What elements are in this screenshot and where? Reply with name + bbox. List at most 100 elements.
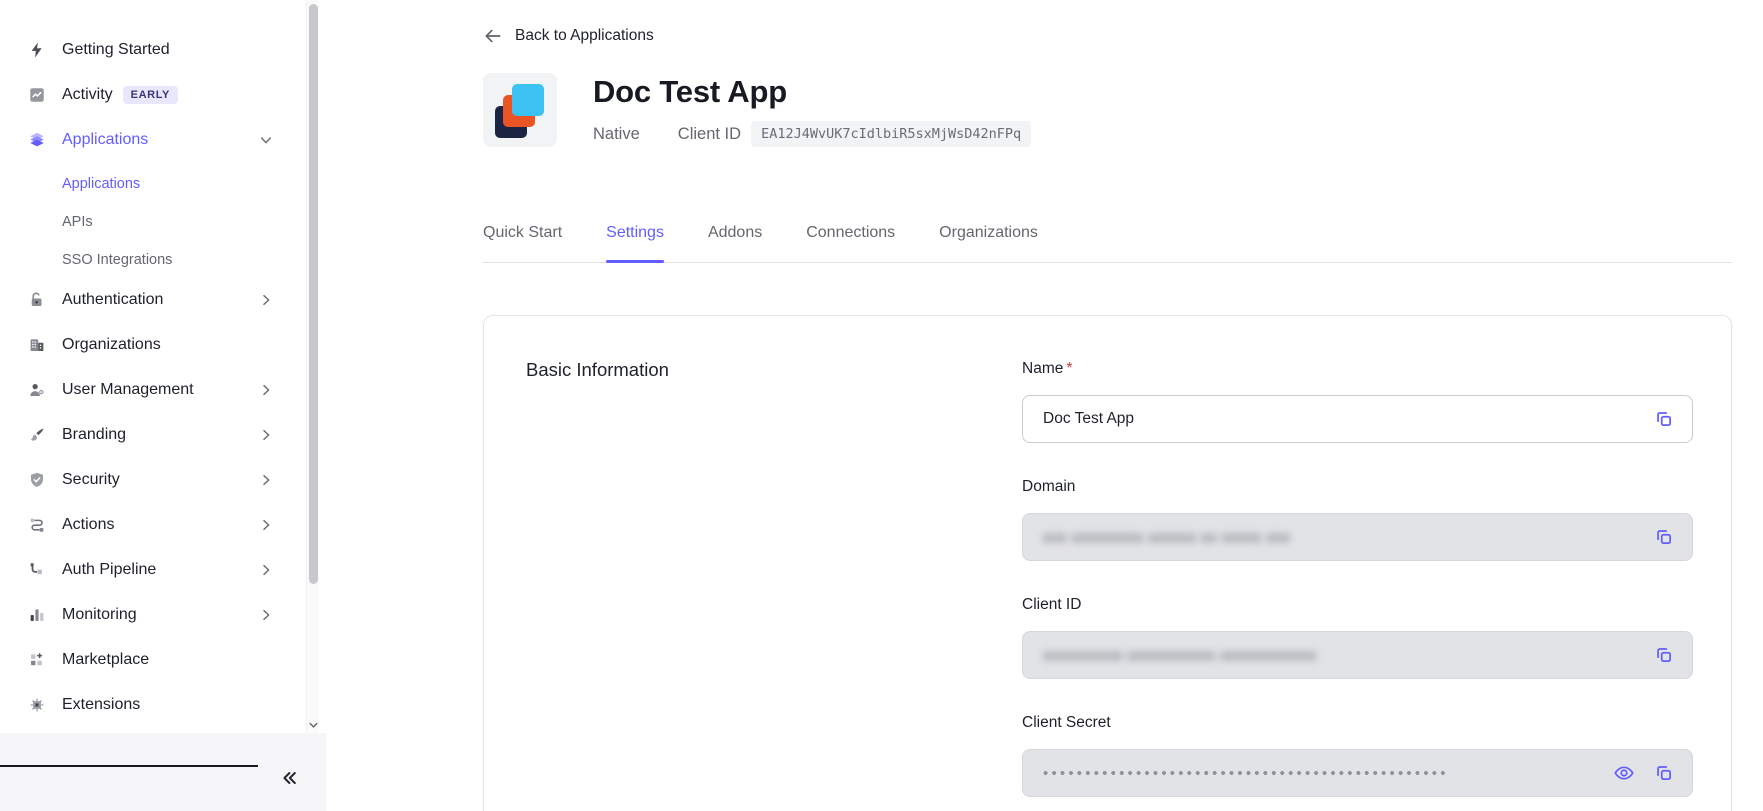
domain-input[interactable]: xxx xxxxxxxxx xxxxxx xx xxxxx xxx	[1022, 513, 1693, 561]
bolt-icon	[28, 41, 46, 59]
chevron-right-icon	[258, 427, 274, 443]
copy-icon	[1653, 644, 1675, 666]
app-meta: Native Client ID EA12J4WvUK7cIdlbiR5sxMj…	[593, 121, 1031, 147]
input-actions	[1612, 761, 1676, 785]
copy-icon	[1653, 526, 1675, 548]
copy-icon	[1653, 408, 1675, 430]
sidebar-item-extensions[interactable]: Extensions	[28, 691, 326, 719]
client-id-badge[interactable]: EA12J4WvUK7cIdlbiR5sxMjWsD42nFPq	[751, 121, 1031, 147]
client-secret-input[interactable]: ••••••••••••••••••••••••••••••••••••••••…	[1022, 749, 1693, 797]
copy-name-button[interactable]	[1652, 407, 1676, 431]
client-secret-field-label: Client Secret	[1022, 714, 1693, 732]
chip-icon	[28, 696, 46, 714]
sidebar-item-auth-pipeline[interactable]: Auth Pipeline	[28, 556, 326, 584]
sidebar-item-label: Extensions	[62, 696, 140, 714]
app-type-label: Native	[593, 125, 640, 144]
page-title: Doc Test App	[593, 75, 1031, 109]
copy-client-secret-button[interactable]	[1652, 761, 1676, 785]
sidebar-item-authentication[interactable]: Authentication	[28, 286, 326, 314]
tab-quick-start[interactable]: Quick Start	[483, 224, 562, 262]
app-logo	[483, 73, 557, 147]
sidebar-item-label: Authentication	[62, 291, 163, 309]
lock-icon	[28, 291, 46, 309]
double-chevron-left-icon	[279, 768, 299, 788]
name-input[interactable]: Doc Test App	[1022, 395, 1693, 443]
field-label-text: Client ID	[1022, 596, 1081, 614]
sidebar-item-user-management[interactable]: User Management	[28, 376, 326, 404]
reveal-client-secret-button[interactable]	[1612, 761, 1636, 785]
building-icon	[28, 336, 46, 354]
input-actions	[1652, 525, 1676, 549]
collapse-sidebar-button[interactable]	[276, 765, 302, 791]
domain-field-label: Domain	[1022, 478, 1693, 496]
tab-connections[interactable]: Connections	[806, 224, 895, 262]
subitem-label: Applications	[62, 176, 140, 192]
shield-check-icon	[28, 471, 46, 489]
tab-settings[interactable]: Settings	[606, 224, 664, 262]
app-header: Doc Test App Native Client ID EA12J4WvUK…	[483, 73, 1732, 147]
client-id-input[interactable]: xxxxxxxxxx xxxxxxxxxxx xxxxxxxxxxxx	[1022, 631, 1693, 679]
copy-domain-button[interactable]	[1652, 525, 1676, 549]
back-to-applications-link[interactable]: Back to Applications	[483, 26, 654, 46]
sidebar-footer	[0, 733, 326, 811]
applications-submenu: Applications APIs SSO Integrations	[28, 171, 326, 273]
chevron-right-icon	[258, 382, 274, 398]
chevron-right-icon	[258, 517, 274, 533]
eye-icon	[1613, 762, 1635, 784]
sidebar-item-marketplace[interactable]: Marketplace	[28, 646, 326, 674]
marketplace-icon	[28, 651, 46, 669]
sidebar-item-label: User Management	[62, 381, 194, 399]
domain-field-group: Domain xxx xxxxxxxxx xxxxxx xx xxxxx xxx	[1022, 478, 1693, 561]
sidebar-subitem-applications[interactable]: Applications	[28, 171, 326, 197]
chevron-down-icon	[309, 722, 318, 728]
sidebar-subitem-sso-integrations[interactable]: SSO Integrations	[28, 247, 326, 273]
section-title: Basic Information	[526, 360, 1022, 380]
sidebar-item-label: Activity	[62, 86, 113, 104]
scrollbar-down-button[interactable]	[307, 717, 320, 732]
chevron-right-icon	[258, 607, 274, 623]
required-marker: *	[1066, 360, 1072, 378]
sidebar-item-label: Organizations	[62, 336, 161, 354]
sidebar-item-activity[interactable]: Activity EARLY	[28, 81, 326, 109]
early-badge: EARLY	[123, 86, 178, 104]
client-id-redacted-value: xxxxxxxxxx xxxxxxxxxxx xxxxxxxxxxxx	[1043, 647, 1640, 664]
tab-organizations[interactable]: Organizations	[939, 224, 1038, 262]
sidebar-item-label: Branding	[62, 426, 126, 444]
client-secret-field-group: Client Secret ••••••••••••••••••••••••••…	[1022, 714, 1693, 797]
footer-divider	[0, 765, 258, 767]
back-link-label: Back to Applications	[515, 27, 654, 45]
bar-chart-icon	[28, 606, 46, 624]
chevron-down-icon	[258, 132, 274, 148]
tab-addons[interactable]: Addons	[708, 224, 762, 262]
name-field-label: Name *	[1022, 360, 1693, 378]
sidebar-item-monitoring[interactable]: Monitoring	[28, 601, 326, 629]
basic-information-card: Basic Information Name * Doc Test App	[483, 315, 1732, 811]
copy-icon	[1653, 762, 1675, 784]
sidebar-item-branding[interactable]: Branding	[28, 421, 326, 449]
activity-icon	[28, 86, 46, 104]
sidebar-item-label: Marketplace	[62, 651, 149, 669]
sidebar: Getting Started Activity EARLY Applicati…	[0, 0, 326, 811]
subitem-label: SSO Integrations	[62, 252, 172, 268]
basic-information-form: Name * Doc Test App Domain x	[1022, 360, 1693, 811]
sidebar-scrollbar[interactable]	[306, 0, 319, 733]
section-title-column: Basic Information	[526, 360, 1022, 811]
sidebar-item-applications[interactable]: Applications	[28, 126, 326, 154]
flow-icon	[28, 516, 46, 534]
input-actions	[1652, 407, 1676, 431]
scrollbar-thumb[interactable]	[309, 4, 318, 584]
field-label-text: Name	[1022, 360, 1063, 378]
copy-client-id-button[interactable]	[1652, 643, 1676, 667]
sidebar-item-getting-started[interactable]: Getting Started	[28, 36, 326, 64]
sidebar-item-security[interactable]: Security	[28, 466, 326, 494]
sidebar-item-label: Actions	[62, 516, 114, 534]
sidebar-item-organizations[interactable]: Organizations	[28, 331, 326, 359]
sidebar-subitem-apis[interactable]: APIs	[28, 209, 326, 235]
domain-redacted-value: xxx xxxxxxxxx xxxxxx xx xxxxx xxx	[1043, 529, 1640, 546]
app-tabs: Quick Start Settings Addons Connections …	[483, 224, 1732, 263]
client-id-label: Client ID	[678, 125, 741, 144]
logo-blue-square	[512, 84, 544, 116]
sidebar-item-label: Monitoring	[62, 606, 137, 624]
sidebar-item-actions[interactable]: Actions	[28, 511, 326, 539]
chevron-right-icon	[258, 562, 274, 578]
